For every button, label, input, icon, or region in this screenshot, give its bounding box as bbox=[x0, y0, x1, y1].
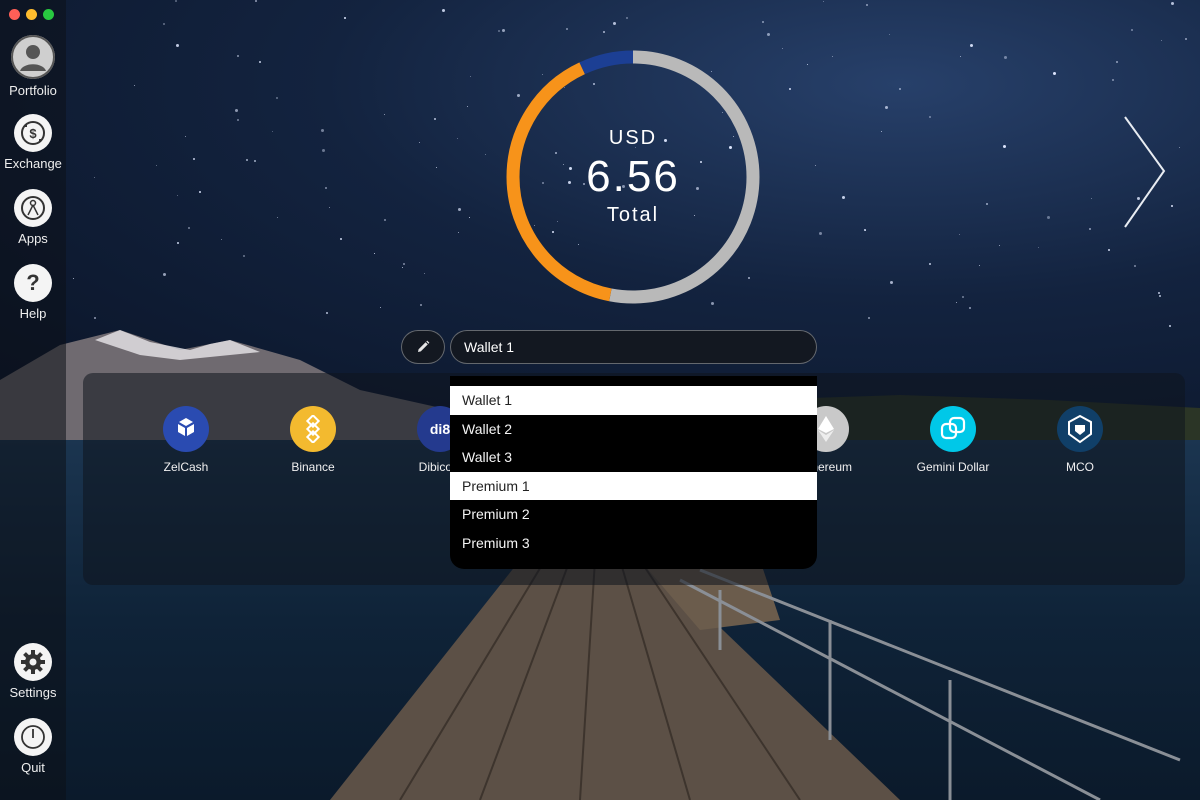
wooden-pier bbox=[330, 560, 1181, 800]
sidebar-item-help[interactable]: ? Help bbox=[0, 264, 66, 321]
star bbox=[184, 136, 186, 138]
star bbox=[175, 44, 179, 48]
star bbox=[192, 157, 195, 160]
coin-label: MCO bbox=[1066, 460, 1094, 474]
zelcash-icon bbox=[163, 406, 209, 452]
sidebar-item-portfolio[interactable]: Portfolio bbox=[0, 35, 66, 98]
currency-label: USD bbox=[608, 127, 658, 149]
star bbox=[275, 97, 278, 100]
gemini-dollar-icon bbox=[930, 406, 976, 452]
dropdown-option-premium-1[interactable]: Premium 1 bbox=[450, 471, 817, 500]
sidebar-item-quit[interactable]: Quit bbox=[0, 718, 66, 775]
star bbox=[325, 186, 327, 189]
star bbox=[806, 64, 808, 66]
star bbox=[383, 113, 385, 115]
mco-icon bbox=[1057, 406, 1103, 452]
wallet-dropdown-menu: Wallet 1 Wallet 2 Wallet 3 Premium 1 Pre… bbox=[450, 376, 817, 569]
user-avatar-icon bbox=[11, 35, 55, 79]
coin-binance[interactable]: Binance bbox=[253, 406, 373, 474]
sidebar: Portfolio $ Exchange Apps ? Help Setting… bbox=[0, 0, 66, 800]
coin-gemini-dollar[interactable]: Gemini Dollar bbox=[893, 406, 1013, 474]
star bbox=[1161, 39, 1163, 41]
star bbox=[889, 280, 893, 284]
star bbox=[156, 164, 158, 166]
sidebar-item-label: Quit bbox=[21, 760, 45, 775]
total-value: 6.56 bbox=[586, 152, 680, 201]
sidebar-item-label: Settings bbox=[9, 685, 57, 700]
star bbox=[436, 166, 438, 168]
sidebar-item-exchange[interactable]: $ Exchange bbox=[0, 114, 66, 171]
apps-icon bbox=[14, 189, 52, 227]
star bbox=[814, 164, 816, 166]
pencil-icon bbox=[418, 340, 430, 352]
star bbox=[625, 17, 628, 20]
coin-mco[interactable]: MCO bbox=[1020, 406, 1140, 474]
dropdown-option-wallet-2[interactable]: Wallet 2 bbox=[450, 415, 817, 444]
star bbox=[1037, 246, 1039, 248]
svg-text:$: $ bbox=[29, 126, 37, 141]
star bbox=[959, 56, 961, 58]
star bbox=[831, 55, 833, 57]
power-icon bbox=[14, 718, 52, 756]
star bbox=[767, 32, 771, 36]
star bbox=[958, 233, 960, 235]
star bbox=[1178, 147, 1180, 149]
window-controls bbox=[9, 9, 54, 20]
dropdown-option-premium-3[interactable]: Premium 3 bbox=[450, 529, 817, 558]
coin-label: Gemini Dollar bbox=[916, 460, 990, 474]
star bbox=[929, 115, 932, 118]
star bbox=[344, 16, 347, 19]
star bbox=[497, 29, 500, 32]
binance-icon bbox=[290, 406, 336, 452]
star bbox=[133, 84, 135, 86]
coin-label: Binance bbox=[291, 460, 335, 474]
star bbox=[163, 22, 166, 25]
sidebar-item-label: Portfolio bbox=[9, 83, 57, 98]
star bbox=[321, 128, 325, 132]
wallet-select[interactable]: Wallet 1 bbox=[450, 330, 817, 364]
star bbox=[402, 263, 405, 266]
star bbox=[253, 159, 256, 162]
star bbox=[466, 105, 468, 107]
next-page-chevron-icon[interactable] bbox=[1120, 115, 1170, 230]
star bbox=[276, 216, 278, 218]
star bbox=[1112, 78, 1115, 81]
dropdown-option-premium-2[interactable]: Premium 2 bbox=[450, 500, 817, 529]
coin-zelcash[interactable]: ZelCash bbox=[126, 406, 246, 474]
edit-wallet-button[interactable] bbox=[401, 330, 445, 364]
star bbox=[220, 238, 222, 240]
star bbox=[822, 0, 824, 2]
star bbox=[1107, 248, 1110, 251]
star bbox=[176, 194, 178, 196]
total-caption: Total bbox=[606, 204, 660, 226]
sidebar-item-apps[interactable]: Apps bbox=[0, 189, 66, 246]
help-icon: ? bbox=[14, 264, 52, 302]
coin-label: ZelCash bbox=[163, 460, 209, 474]
dropdown-option-wallet-1[interactable]: Wallet 1 bbox=[450, 386, 817, 415]
star bbox=[174, 0, 177, 3]
star bbox=[1053, 71, 1057, 75]
star bbox=[1091, 197, 1093, 199]
star bbox=[441, 9, 445, 13]
star bbox=[928, 262, 931, 265]
star bbox=[321, 148, 325, 152]
star bbox=[187, 226, 190, 229]
portfolio-donut-chart: USD 6.56 Total bbox=[503, 47, 763, 307]
minimize-window-button[interactable] bbox=[26, 9, 37, 20]
gear-icon bbox=[14, 643, 52, 681]
zoom-window-button[interactable] bbox=[43, 9, 54, 20]
sidebar-item-label: Help bbox=[19, 306, 47, 321]
sidebar-item-label: Apps bbox=[18, 231, 48, 246]
svg-text:di8: di8 bbox=[430, 421, 450, 437]
star bbox=[163, 272, 167, 276]
sidebar-item-label: Exchange bbox=[4, 156, 62, 171]
star bbox=[242, 255, 245, 258]
star bbox=[864, 228, 867, 231]
dropdown-option-wallet-3[interactable]: Wallet 3 bbox=[450, 443, 817, 472]
star bbox=[1115, 60, 1118, 63]
star bbox=[1159, 294, 1162, 297]
close-window-button[interactable] bbox=[9, 9, 20, 20]
sidebar-item-settings[interactable]: Settings bbox=[0, 643, 66, 700]
exchange-icon: $ bbox=[14, 114, 52, 152]
